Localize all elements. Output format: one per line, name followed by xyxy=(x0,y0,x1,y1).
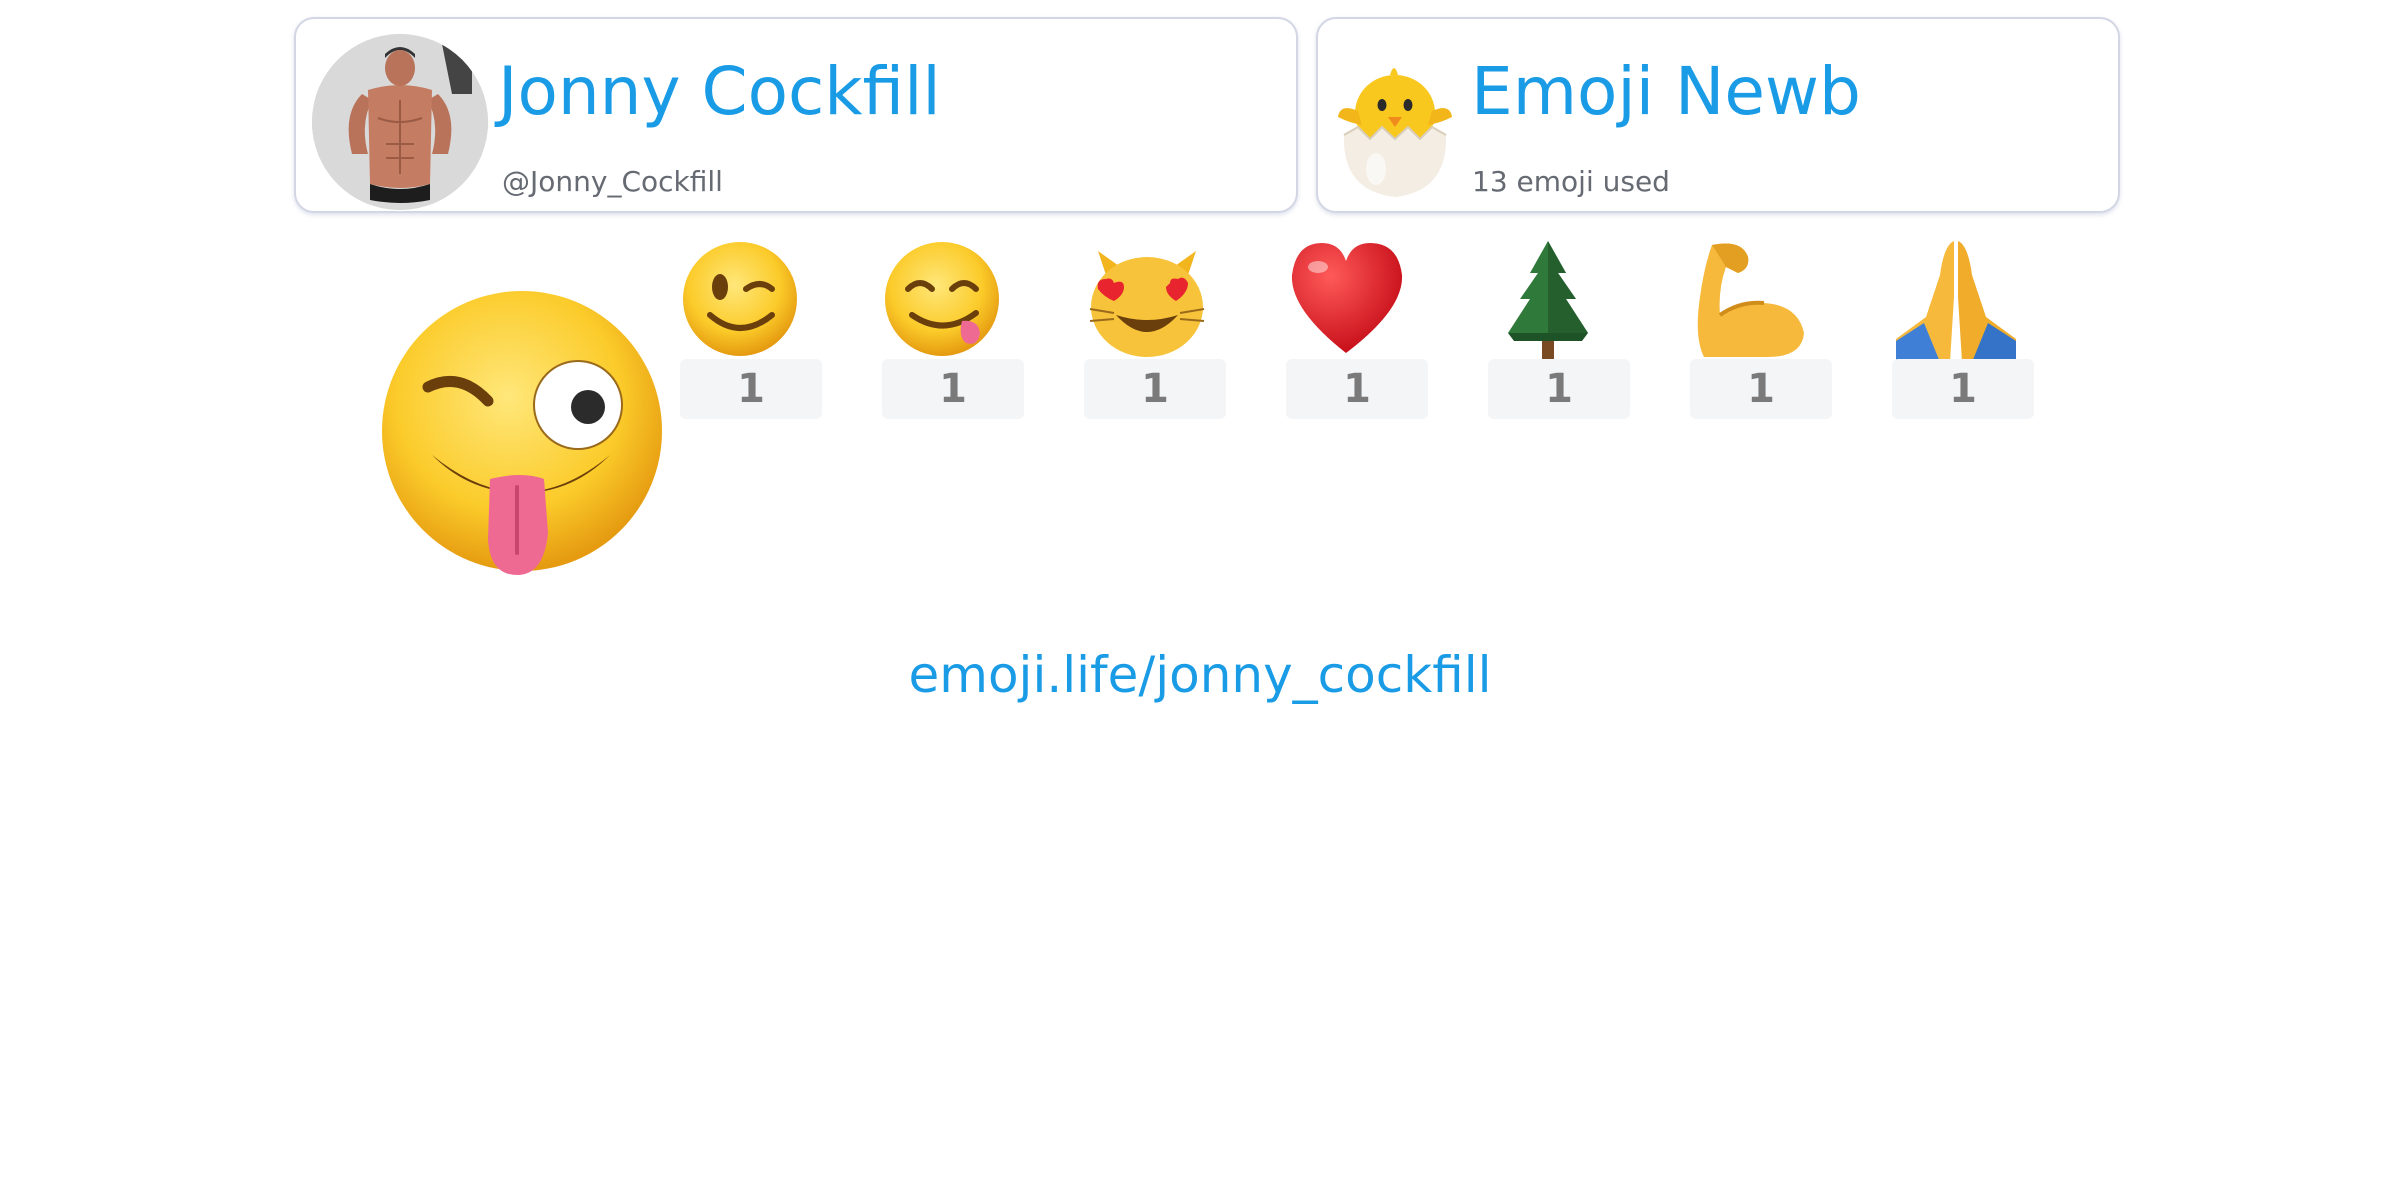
emoji-count: 1 xyxy=(1690,359,1832,419)
emoji-profile-page: Jonny Cockfill @Jonny_Cockfill Emoji New… xyxy=(0,0,2400,1200)
emoji-count: 1 xyxy=(1286,359,1428,419)
face-savoring-food-icon xyxy=(882,237,1024,362)
winking-face-icon xyxy=(680,237,822,362)
emoji-used-count: 13 emoji used xyxy=(1472,165,1670,198)
rank-title: Emoji Newb xyxy=(1471,53,1861,130)
smiling-cat-heart-eyes-icon xyxy=(1084,237,1226,362)
emoji-count: 1 xyxy=(882,359,1024,419)
emoji-count: 1 xyxy=(1084,359,1226,419)
emoji-item[interactable]: 1 xyxy=(1690,237,1832,419)
profile-link[interactable]: emoji.life/jonny_cockfill xyxy=(0,650,2400,700)
emoji-item[interactable]: 1 xyxy=(1084,237,1226,419)
folded-hands-icon xyxy=(1892,237,2034,362)
rank-card[interactable]: Emoji Newb 13 emoji used xyxy=(1316,17,2120,213)
red-heart-icon xyxy=(1286,237,1428,362)
winking-face-with-tongue-icon xyxy=(374,283,670,579)
emoji-item[interactable]: 1 xyxy=(882,237,1024,419)
emoji-item[interactable]: 1 xyxy=(1488,237,1630,419)
emoji-count: 1 xyxy=(680,359,822,419)
profile-card[interactable]: Jonny Cockfill @Jonny_Cockfill xyxy=(294,17,1298,213)
profile-name[interactable]: Jonny Cockfill xyxy=(498,59,941,125)
evergreen-tree-icon xyxy=(1488,237,1630,362)
avatar[interactable] xyxy=(312,34,488,210)
hatching-chick-icon xyxy=(1336,51,1454,201)
emoji-item[interactable]: 1 xyxy=(1892,237,2034,419)
flexed-biceps-icon xyxy=(1690,237,1832,362)
emoji-count: 1 xyxy=(1488,359,1630,419)
emoji-item[interactable]: 1 xyxy=(680,237,822,419)
profile-handle[interactable]: @Jonny_Cockfill xyxy=(502,168,723,196)
emoji-count: 1 xyxy=(1892,359,2034,419)
emoji-item[interactable]: 1 xyxy=(1286,237,1428,419)
